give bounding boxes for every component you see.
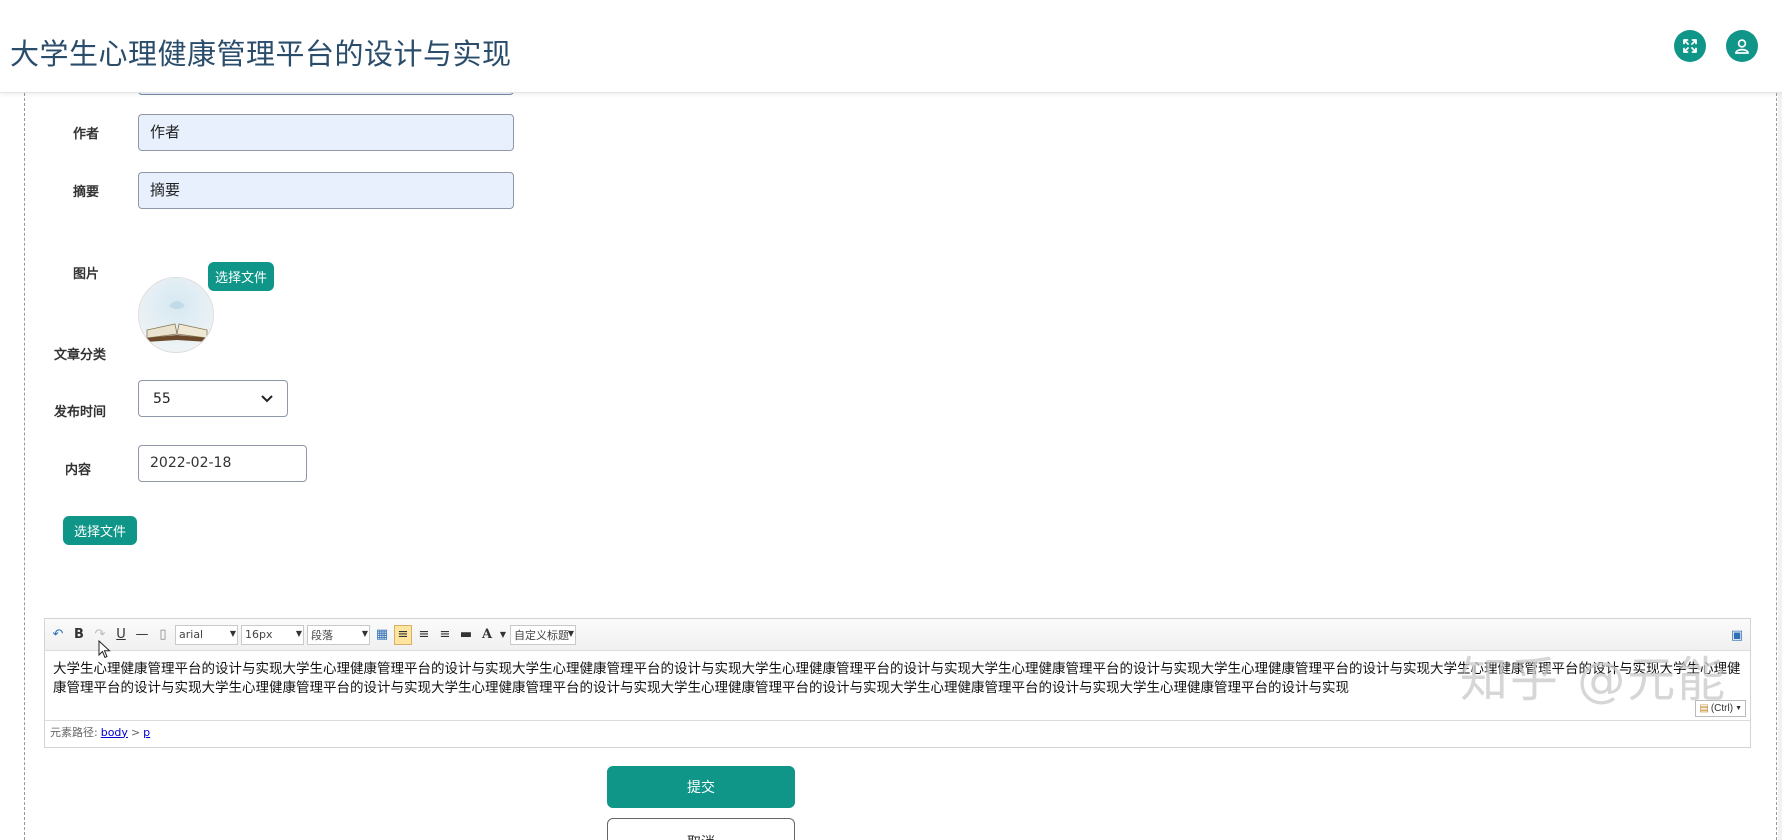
form-panel: 作者 作者 摘要 摘要 图片 选择文件 文章分类 55 发布时间 2022-02… xyxy=(24,93,1777,840)
summary-input[interactable]: 摘要 xyxy=(138,172,514,209)
paragraph-value: 段落 xyxy=(311,628,333,642)
align-right-icon[interactable]: ≡ xyxy=(415,625,433,645)
mouse-cursor-icon xyxy=(98,640,111,659)
undo-icon[interactable]: ↶ xyxy=(49,625,67,645)
align-justify-icon[interactable]: ▬ xyxy=(457,625,475,645)
chevron-down-icon: ▼ xyxy=(361,628,368,638)
image-label: 图片 xyxy=(73,267,100,282)
choose-file-button[interactable]: 选择文件 xyxy=(63,516,137,545)
fullscreen-button[interactable] xyxy=(1674,30,1706,62)
publish-time-input[interactable]: 2022-02-18 xyxy=(138,445,307,482)
user-icon xyxy=(1735,39,1749,54)
chevron-down-icon: ▼ xyxy=(229,628,236,638)
path-body-link[interactable]: body xyxy=(101,726,128,739)
chevron-down-icon: ▼ xyxy=(295,628,302,638)
chevron-down-icon[interactable]: ▼ xyxy=(499,625,507,645)
author-input[interactable]: 作者 xyxy=(138,114,514,151)
custom-title-combo[interactable]: 自定义标题 ▼ xyxy=(510,624,576,645)
font-color-icon[interactable]: A xyxy=(478,625,496,645)
app-title: 大学生心理健康管理平台的设计与实现 xyxy=(10,37,512,71)
element-path-bar: 元素路径: body > p xyxy=(45,720,1750,743)
article-image-preview xyxy=(138,277,214,353)
submit-button[interactable]: 提交 xyxy=(607,766,795,808)
summary-label: 摘要 xyxy=(73,185,100,200)
font-size-combo[interactable]: 16px ▼ xyxy=(241,624,304,645)
scrollbar[interactable] xyxy=(1778,93,1782,840)
path-p-link[interactable]: p xyxy=(143,726,150,739)
watermark: 知乎 @元能 xyxy=(1460,652,1728,708)
font-family-value: arial xyxy=(179,628,204,641)
align-center-icon[interactable]: ≡ xyxy=(436,625,454,645)
choose-image-button[interactable]: 选择文件 xyxy=(208,262,274,291)
chevron-down-icon: ▼ xyxy=(1735,705,1742,712)
content-label: 内容 xyxy=(65,463,92,478)
document-icon[interactable]: ▯ xyxy=(154,625,172,645)
user-button[interactable] xyxy=(1726,30,1758,62)
author-label: 作者 xyxy=(73,127,100,142)
category-select[interactable]: 55 xyxy=(138,380,288,417)
paragraph-combo[interactable]: 段落 ▼ xyxy=(307,624,370,645)
table-icon[interactable]: ▦ xyxy=(373,625,391,645)
publish-time-label: 发布时间 xyxy=(54,405,107,420)
underline-icon[interactable]: U xyxy=(112,625,130,645)
category-select-value: 55 xyxy=(153,390,171,407)
path-separator: > xyxy=(130,725,141,739)
custom-title-value: 自定义标题 xyxy=(514,628,569,642)
font-size-value: 16px xyxy=(245,628,273,641)
chevron-down-icon: ▼ xyxy=(567,628,574,638)
bold-icon[interactable]: B xyxy=(70,625,88,645)
element-path-label: 元素路径: xyxy=(50,726,98,739)
cancel-button[interactable]: 取消 xyxy=(607,818,795,840)
horizontal-rule-icon[interactable]: — xyxy=(133,625,151,645)
book-image xyxy=(139,278,213,352)
preview-icon[interactable]: ▣ xyxy=(1728,625,1746,645)
font-family-combo[interactable]: arial ▼ xyxy=(175,624,238,645)
chevron-down-icon xyxy=(261,394,273,402)
title-input-partial[interactable] xyxy=(138,93,514,95)
expand-icon xyxy=(1683,39,1697,53)
align-left-icon[interactable]: ≡ xyxy=(394,624,412,645)
top-bar: 大学生心理健康管理平台的设计与实现 xyxy=(0,0,1782,93)
category-label: 文章分类 xyxy=(54,348,107,363)
